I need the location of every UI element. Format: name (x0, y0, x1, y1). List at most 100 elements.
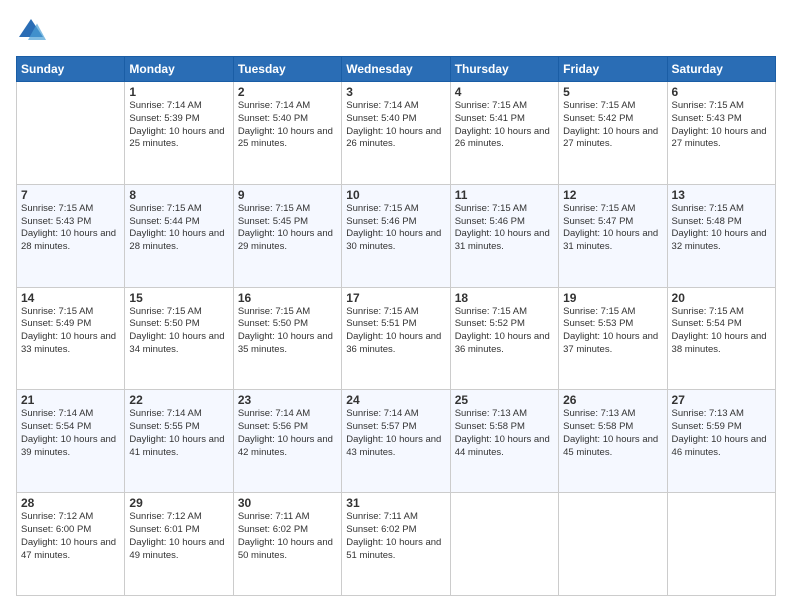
day-number: 3 (346, 85, 445, 99)
calendar-cell: 26Sunrise: 7:13 AMSunset: 5:58 PMDayligh… (559, 390, 667, 493)
calendar-cell: 8Sunrise: 7:15 AMSunset: 5:44 PMDaylight… (125, 184, 233, 287)
day-number: 14 (21, 291, 120, 305)
day-info: Sunrise: 7:12 AMSunset: 6:01 PMDaylight:… (129, 511, 228, 562)
page: SundayMondayTuesdayWednesdayThursdayFrid… (0, 0, 792, 612)
day-info: Sunrise: 7:15 AMSunset: 5:45 PMDaylight:… (238, 203, 337, 254)
calendar-weekday-saturday: Saturday (667, 57, 775, 82)
calendar-cell: 10Sunrise: 7:15 AMSunset: 5:46 PMDayligh… (342, 184, 450, 287)
day-number: 26 (563, 393, 662, 407)
day-number: 19 (563, 291, 662, 305)
calendar-cell: 20Sunrise: 7:15 AMSunset: 5:54 PMDayligh… (667, 287, 775, 390)
day-info: Sunrise: 7:13 AMSunset: 5:58 PMDaylight:… (563, 408, 662, 459)
calendar-weekday-friday: Friday (559, 57, 667, 82)
calendar-cell: 19Sunrise: 7:15 AMSunset: 5:53 PMDayligh… (559, 287, 667, 390)
day-info: Sunrise: 7:14 AMSunset: 5:57 PMDaylight:… (346, 408, 445, 459)
calendar-week-2: 7Sunrise: 7:15 AMSunset: 5:43 PMDaylight… (17, 184, 776, 287)
calendar-header-row: SundayMondayTuesdayWednesdayThursdayFrid… (17, 57, 776, 82)
calendar-cell: 21Sunrise: 7:14 AMSunset: 5:54 PMDayligh… (17, 390, 125, 493)
calendar-cell: 4Sunrise: 7:15 AMSunset: 5:41 PMDaylight… (450, 82, 558, 185)
calendar-cell (17, 82, 125, 185)
day-number: 13 (672, 188, 771, 202)
calendar-cell: 28Sunrise: 7:12 AMSunset: 6:00 PMDayligh… (17, 493, 125, 596)
logo (16, 16, 50, 46)
day-info: Sunrise: 7:15 AMSunset: 5:52 PMDaylight:… (455, 306, 554, 357)
calendar-cell: 1Sunrise: 7:14 AMSunset: 5:39 PMDaylight… (125, 82, 233, 185)
day-info: Sunrise: 7:15 AMSunset: 5:48 PMDaylight:… (672, 203, 771, 254)
day-info: Sunrise: 7:14 AMSunset: 5:54 PMDaylight:… (21, 408, 120, 459)
calendar-cell: 27Sunrise: 7:13 AMSunset: 5:59 PMDayligh… (667, 390, 775, 493)
calendar-cell: 13Sunrise: 7:15 AMSunset: 5:48 PMDayligh… (667, 184, 775, 287)
calendar-cell: 2Sunrise: 7:14 AMSunset: 5:40 PMDaylight… (233, 82, 341, 185)
day-info: Sunrise: 7:15 AMSunset: 5:53 PMDaylight:… (563, 306, 662, 357)
day-info: Sunrise: 7:14 AMSunset: 5:39 PMDaylight:… (129, 100, 228, 151)
header (16, 16, 776, 46)
day-number: 2 (238, 85, 337, 99)
calendar-cell: 18Sunrise: 7:15 AMSunset: 5:52 PMDayligh… (450, 287, 558, 390)
calendar-week-4: 21Sunrise: 7:14 AMSunset: 5:54 PMDayligh… (17, 390, 776, 493)
day-number: 11 (455, 188, 554, 202)
day-info: Sunrise: 7:15 AMSunset: 5:41 PMDaylight:… (455, 100, 554, 151)
day-info: Sunrise: 7:13 AMSunset: 5:58 PMDaylight:… (455, 408, 554, 459)
day-number: 5 (563, 85, 662, 99)
calendar-cell: 6Sunrise: 7:15 AMSunset: 5:43 PMDaylight… (667, 82, 775, 185)
calendar-weekday-monday: Monday (125, 57, 233, 82)
calendar-cell (559, 493, 667, 596)
calendar-cell (450, 493, 558, 596)
day-info: Sunrise: 7:15 AMSunset: 5:44 PMDaylight:… (129, 203, 228, 254)
day-number: 29 (129, 496, 228, 510)
calendar-cell: 25Sunrise: 7:13 AMSunset: 5:58 PMDayligh… (450, 390, 558, 493)
day-info: Sunrise: 7:11 AMSunset: 6:02 PMDaylight:… (238, 511, 337, 562)
calendar-week-3: 14Sunrise: 7:15 AMSunset: 5:49 PMDayligh… (17, 287, 776, 390)
day-number: 1 (129, 85, 228, 99)
day-number: 4 (455, 85, 554, 99)
day-info: Sunrise: 7:12 AMSunset: 6:00 PMDaylight:… (21, 511, 120, 562)
day-number: 21 (21, 393, 120, 407)
day-info: Sunrise: 7:15 AMSunset: 5:43 PMDaylight:… (672, 100, 771, 151)
day-info: Sunrise: 7:14 AMSunset: 5:55 PMDaylight:… (129, 408, 228, 459)
day-number: 9 (238, 188, 337, 202)
calendar-cell: 30Sunrise: 7:11 AMSunset: 6:02 PMDayligh… (233, 493, 341, 596)
day-info: Sunrise: 7:14 AMSunset: 5:56 PMDaylight:… (238, 408, 337, 459)
calendar-week-5: 28Sunrise: 7:12 AMSunset: 6:00 PMDayligh… (17, 493, 776, 596)
day-number: 22 (129, 393, 228, 407)
calendar-weekday-wednesday: Wednesday (342, 57, 450, 82)
calendar-cell: 5Sunrise: 7:15 AMSunset: 5:42 PMDaylight… (559, 82, 667, 185)
day-number: 7 (21, 188, 120, 202)
calendar-weekday-sunday: Sunday (17, 57, 125, 82)
day-number: 27 (672, 393, 771, 407)
day-info: Sunrise: 7:13 AMSunset: 5:59 PMDaylight:… (672, 408, 771, 459)
calendar-cell: 31Sunrise: 7:11 AMSunset: 6:02 PMDayligh… (342, 493, 450, 596)
calendar-cell: 11Sunrise: 7:15 AMSunset: 5:46 PMDayligh… (450, 184, 558, 287)
day-info: Sunrise: 7:15 AMSunset: 5:50 PMDaylight:… (129, 306, 228, 357)
day-info: Sunrise: 7:14 AMSunset: 5:40 PMDaylight:… (346, 100, 445, 151)
calendar-cell: 3Sunrise: 7:14 AMSunset: 5:40 PMDaylight… (342, 82, 450, 185)
day-number: 24 (346, 393, 445, 407)
day-number: 10 (346, 188, 445, 202)
day-info: Sunrise: 7:15 AMSunset: 5:54 PMDaylight:… (672, 306, 771, 357)
day-number: 31 (346, 496, 445, 510)
calendar-week-1: 1Sunrise: 7:14 AMSunset: 5:39 PMDaylight… (17, 82, 776, 185)
day-info: Sunrise: 7:15 AMSunset: 5:43 PMDaylight:… (21, 203, 120, 254)
day-number: 12 (563, 188, 662, 202)
day-number: 6 (672, 85, 771, 99)
day-number: 23 (238, 393, 337, 407)
day-number: 18 (455, 291, 554, 305)
calendar-cell: 29Sunrise: 7:12 AMSunset: 6:01 PMDayligh… (125, 493, 233, 596)
day-number: 8 (129, 188, 228, 202)
calendar-weekday-thursday: Thursday (450, 57, 558, 82)
calendar-cell (667, 493, 775, 596)
calendar-cell: 17Sunrise: 7:15 AMSunset: 5:51 PMDayligh… (342, 287, 450, 390)
calendar-cell: 14Sunrise: 7:15 AMSunset: 5:49 PMDayligh… (17, 287, 125, 390)
day-info: Sunrise: 7:15 AMSunset: 5:51 PMDaylight:… (346, 306, 445, 357)
calendar-cell: 7Sunrise: 7:15 AMSunset: 5:43 PMDaylight… (17, 184, 125, 287)
calendar-cell: 9Sunrise: 7:15 AMSunset: 5:45 PMDaylight… (233, 184, 341, 287)
logo-icon (16, 16, 46, 46)
calendar-weekday-tuesday: Tuesday (233, 57, 341, 82)
day-info: Sunrise: 7:15 AMSunset: 5:50 PMDaylight:… (238, 306, 337, 357)
calendar-cell: 16Sunrise: 7:15 AMSunset: 5:50 PMDayligh… (233, 287, 341, 390)
day-info: Sunrise: 7:15 AMSunset: 5:47 PMDaylight:… (563, 203, 662, 254)
calendar-cell: 23Sunrise: 7:14 AMSunset: 5:56 PMDayligh… (233, 390, 341, 493)
day-number: 25 (455, 393, 554, 407)
day-number: 20 (672, 291, 771, 305)
calendar-table: SundayMondayTuesdayWednesdayThursdayFrid… (16, 56, 776, 596)
